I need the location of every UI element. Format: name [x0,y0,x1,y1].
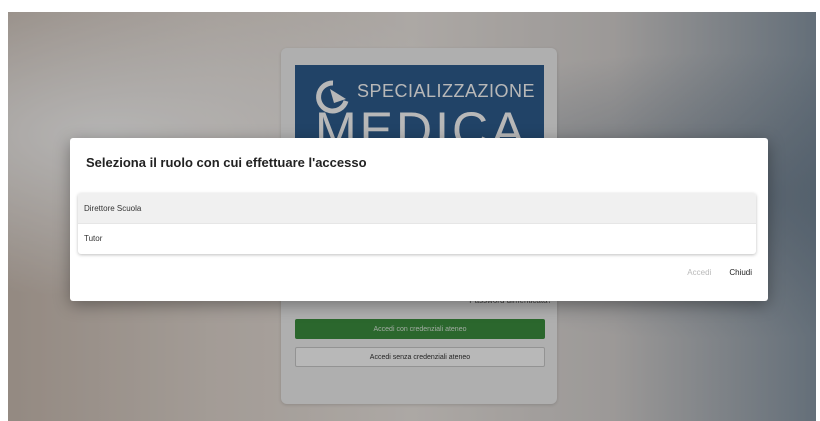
page-viewport: SPECIALIZZAZIONE MEDICA Password dimenti… [8,12,816,421]
role-selection-dialog: Seleziona il ruolo con cui effettuare l'… [70,138,768,301]
dialog-footer: Accedi Chiudi [687,268,752,277]
role-item-tutor[interactable]: Tutor [78,223,756,253]
role-list: Direttore Scuola Tutor [78,193,756,254]
chiudi-button[interactable]: Chiudi [729,268,752,277]
accedi-button[interactable]: Accedi [687,268,711,277]
dialog-title: Seleziona il ruolo con cui effettuare l'… [86,155,367,170]
role-item-direttore-scuola[interactable]: Direttore Scuola [78,193,756,223]
